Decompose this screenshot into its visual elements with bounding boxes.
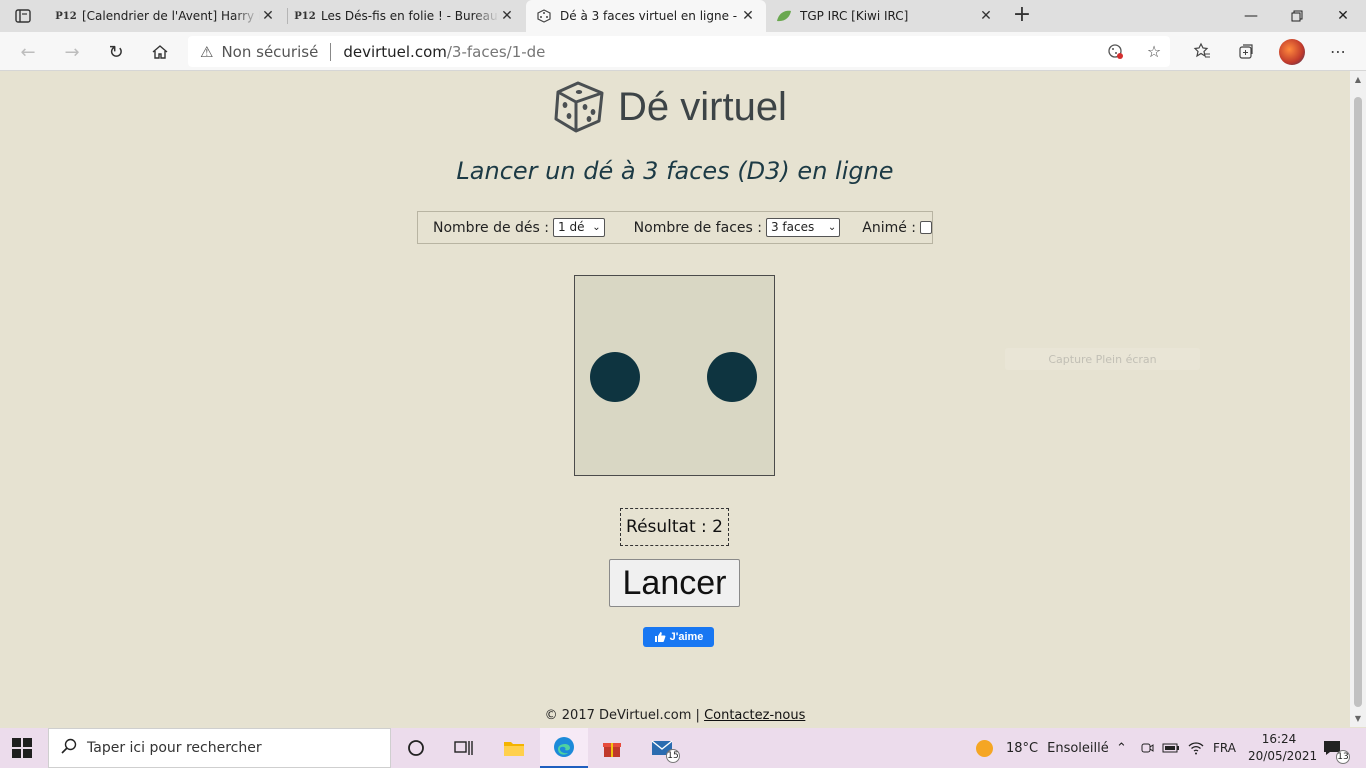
task-view-icon[interactable] [440, 728, 488, 768]
tab-favicon: P12 [55, 10, 77, 22]
url-domain: devirtuel.com [343, 42, 447, 61]
tab-close-icon[interactable]: ✕ [978, 8, 994, 24]
address-toolbar: ← → ↻ ⚠ Non sécurisé devirtuel.com/3-fac… [0, 32, 1366, 71]
tab-des-fis[interactable]: P12 Les Dés-fis en folie ! - Bureau des … [287, 0, 525, 32]
tab-title: TGP IRC [Kiwi IRC] [800, 9, 909, 23]
mail-badge: 15 [666, 749, 680, 763]
page-scrollbar[interactable]: ▲ ▼ [1350, 71, 1366, 727]
more-menu-icon[interactable]: ⋯ [1327, 40, 1349, 62]
screenshot-overlay[interactable]: Capture Plein écran [1005, 348, 1200, 370]
tab-actions-icon[interactable] [14, 7, 34, 25]
page-content: Dé virtuel Lancer un dé à 3 faces (D3) e… [0, 71, 1350, 727]
tab-close-icon[interactable]: ✕ [499, 8, 515, 24]
contact-link[interactable]: Contactez-nous [704, 708, 805, 723]
weather-widget[interactable]: 18°C Ensoleillé [976, 728, 1109, 768]
faces-select[interactable]: 3 faces ⌄ [765, 218, 841, 237]
url-path: /3-faces/1-de [446, 42, 546, 61]
sun-icon [976, 739, 993, 757]
faces-value: 3 faces [770, 220, 815, 234]
clock-date: 20/05/2021 [1248, 749, 1318, 763]
forward-button[interactable]: → [60, 40, 84, 64]
dice-count-select[interactable]: 1 dé ⌄ [553, 218, 605, 237]
cortana-icon[interactable] [392, 728, 440, 768]
language-indicator[interactable]: FRA [1213, 728, 1236, 768]
faces-label: Nombre de faces : [633, 219, 762, 236]
refresh-button[interactable]: ↻ [104, 40, 128, 64]
page-subtitle: Lancer un dé à 3 faces (D3) en ligne [456, 157, 894, 185]
taskbar-search[interactable]: Taper ici pour rechercher [48, 728, 391, 768]
system-clock[interactable]: 16:24 20/05/2021 [1248, 731, 1318, 765]
profile-avatar[interactable] [1279, 39, 1305, 65]
search-icon [61, 738, 77, 758]
battery-icon[interactable] [1162, 728, 1180, 768]
wifi-icon[interactable] [1188, 728, 1204, 768]
minimize-button[interactable]: — [1228, 0, 1274, 32]
tab-bar: P12 [Calendrier de l'Avent] Harry Potter… [0, 0, 1366, 32]
file-explorer-icon[interactable] [490, 728, 538, 768]
chevron-down-icon: ⌄ [592, 222, 601, 233]
tab-close-icon[interactable]: ✕ [740, 8, 756, 24]
tab-title: Dé à 3 faces virtuel en ligne - D3 [560, 9, 740, 23]
roll-button[interactable]: Lancer [609, 559, 740, 607]
footer-copyright: © 2017 DeVirtuel.com | [544, 708, 700, 723]
scroll-up-icon[interactable]: ▲ [1354, 75, 1362, 84]
scroll-down-icon[interactable]: ▼ [1354, 714, 1362, 723]
tab-title: Les Dés-fis en folie ! - Bureau des [321, 9, 499, 23]
tracking-prevention-icon[interactable] [1104, 40, 1126, 62]
facebook-like-button[interactable]: J'aime [643, 627, 714, 647]
warning-icon[interactable]: ⚠ [200, 43, 213, 61]
animated-label: Animé : [862, 219, 917, 236]
die-pip [590, 352, 640, 402]
close-window-button[interactable]: ✕ [1320, 0, 1366, 32]
tab-close-icon[interactable]: ✕ [260, 8, 276, 24]
scrollbar-thumb[interactable] [1354, 97, 1362, 707]
edge-browser-icon[interactable] [540, 728, 588, 768]
windows-taskbar: Taper ici pour rechercher 15 18°C Ensole… [0, 728, 1366, 768]
favorites-icon[interactable] [1191, 40, 1213, 62]
notifications-icon[interactable]: 13 [1312, 728, 1352, 768]
meet-now-icon[interactable] [1140, 728, 1154, 768]
leaf-icon [776, 8, 792, 24]
animated-checkbox[interactable] [920, 221, 932, 234]
die-face [574, 275, 775, 476]
tab-kiwi-irc[interactable]: TGP IRC [Kiwi IRC] ✕ [766, 0, 1004, 32]
dice-count-value: 1 dé [558, 220, 585, 234]
address-divider [330, 42, 332, 61]
notifications-badge: 13 [1336, 750, 1350, 764]
mail-icon[interactable]: 15 [638, 728, 686, 768]
show-hidden-icons[interactable]: ⌃ [1116, 728, 1127, 768]
add-favorite-icon[interactable]: ☆ [1143, 40, 1165, 62]
tab-de-virtuel[interactable]: Dé à 3 faces virtuel en ligne - D3 ✕ [526, 0, 766, 32]
back-button[interactable]: ← [16, 40, 40, 64]
die-pip [707, 352, 757, 402]
new-tab-button[interactable]: + [1010, 3, 1034, 27]
home-button[interactable] [148, 40, 172, 64]
gift-app-icon[interactable] [588, 728, 636, 768]
result-display: Résultat : 2 [620, 508, 729, 546]
dice-options-panel: Nombre de dés : 1 dé ⌄ Nombre de faces :… [417, 211, 933, 244]
search-placeholder: Taper ici pour rechercher [87, 740, 262, 756]
weather-temp: 18°C [1006, 740, 1039, 756]
thumbs-up-icon [654, 632, 666, 642]
address-bar[interactable]: ⚠ Non sécurisé devirtuel.com/3-faces/1-d… [188, 36, 1170, 67]
start-button[interactable] [12, 738, 32, 758]
like-label: J'aime [669, 631, 704, 643]
tab-title: [Calendrier de l'Avent] Harry Potter [82, 9, 260, 23]
clock-time: 16:24 [1261, 732, 1297, 746]
security-label[interactable]: Non sécurisé [221, 43, 318, 61]
weather-condition: Ensoleillé [1047, 740, 1109, 756]
tab-favicon: P12 [294, 10, 316, 22]
chevron-down-icon: ⌄ [827, 222, 837, 233]
tab-calendrier[interactable]: P12 [Calendrier de l'Avent] Harry Potter… [48, 0, 286, 32]
site-title: Dé virtuel [618, 85, 787, 129]
page-footer: © 2017 DeVirtuel.com | Contactez-nous [0, 708, 1350, 723]
restore-button[interactable] [1274, 0, 1320, 32]
dice-count-label: Nombre de dés : [433, 219, 549, 236]
collections-icon[interactable] [1235, 40, 1257, 62]
dice-logo-icon [552, 80, 606, 134]
die-icon [536, 8, 552, 24]
